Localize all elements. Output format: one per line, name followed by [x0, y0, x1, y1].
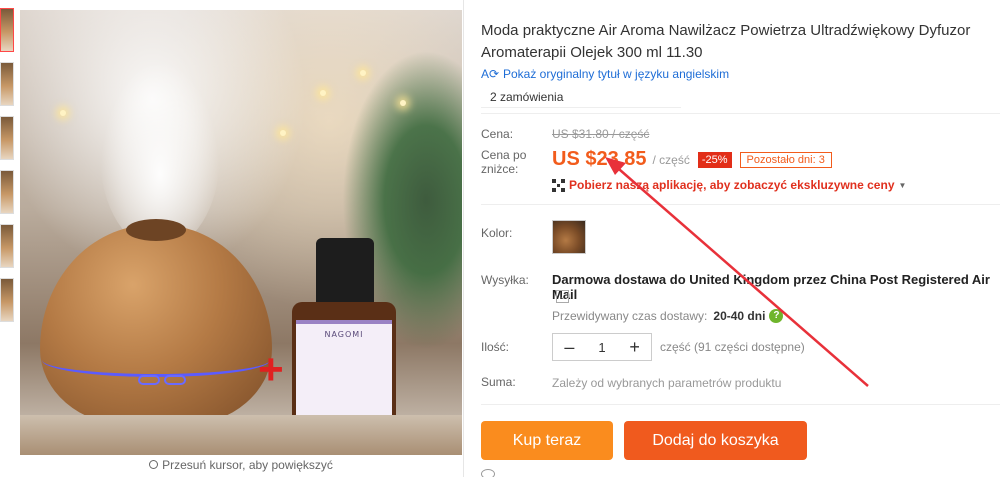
- buy-now-button[interactable]: Kup teraz: [481, 421, 613, 460]
- bottle-brand-label: NAGOMI: [324, 330, 364, 339]
- current-price: US $23.85: [552, 148, 647, 170]
- quantity-stepper[interactable]: – 1 +: [552, 333, 652, 361]
- floor-background: [20, 415, 462, 455]
- light-bokeh: [60, 110, 66, 116]
- decrement-button[interactable]: –: [553, 337, 586, 358]
- add-to-cart-button[interactable]: Dodaj do koszyka: [624, 421, 807, 460]
- eta-label: Przewidywany czas dostawy:: [552, 309, 708, 323]
- zoom-hint: Przesuń kursor, aby powiększyć: [20, 458, 462, 472]
- quantity-label: Ilość:: [481, 340, 510, 354]
- thumbnail[interactable]: [0, 62, 14, 106]
- discount-price-label: Cena po zniżce:: [481, 148, 527, 176]
- qr-code-icon: [552, 178, 565, 192]
- thumbnail[interactable]: [0, 170, 14, 214]
- price-unit: / część: [652, 152, 690, 167]
- price-row: US $23.85 / część -25% Pozostało dni: 3: [552, 148, 832, 171]
- diffuser-image: [40, 219, 272, 425]
- help-icon[interactable]: ?: [769, 309, 784, 323]
- delivery-eta: Przewidywany czas dostawy: 20-40 dni ?: [552, 309, 784, 323]
- product-main-image[interactable]: + NAGOMI: [20, 10, 462, 455]
- shipping-free: Darmowa dostawa do: [552, 272, 686, 287]
- thumbnail-strip[interactable]: [0, 8, 14, 332]
- plus-icon: +: [258, 345, 284, 394]
- light-bokeh: [280, 130, 286, 136]
- eta-value: 20-40 dni: [713, 309, 766, 323]
- magnifier-icon: [149, 460, 159, 469]
- translate-icon: A⟳: [481, 67, 500, 81]
- shipping-info: Darmowa dostawa do United Kingdom przez …: [552, 272, 1000, 302]
- color-label: Kolor:: [481, 226, 513, 240]
- shipping-label: Wysyłka:: [481, 273, 529, 287]
- product-page: + NAGOMI Przesuń kursor, aby powiększyć …: [0, 0, 1000, 477]
- stock-info: część (91 części dostępne): [660, 340, 805, 354]
- days-remaining-badge: Pozostało dni: 3: [739, 151, 832, 168]
- thumbnail[interactable]: [0, 8, 14, 52]
- app-promo-text[interactable]: Pobierz naszą aplikację, aby zobaczyć ek…: [569, 178, 895, 192]
- discount-badge: -25%: [697, 151, 732, 168]
- thumbnail[interactable]: [0, 116, 14, 160]
- thumbnail[interactable]: [0, 278, 14, 322]
- shipping-dropdown-toggle[interactable]: ⌄: [556, 290, 569, 303]
- orders-count: 2 zamówienia: [481, 86, 681, 108]
- sum-label: Suma:: [481, 375, 516, 389]
- light-bokeh: [320, 90, 326, 96]
- original-title-link[interactable]: A⟳ Pokaż oryginalny tytuł w języku angie…: [481, 67, 729, 81]
- product-title: Moda praktyczne Air Aroma Nawilżacz Powi…: [481, 22, 971, 61]
- column-divider: [463, 0, 464, 477]
- sum-text: Zależy od wybranych parametrów produktu: [552, 376, 782, 390]
- original-price: US $31.80 / część: [552, 127, 650, 141]
- caret-down-icon[interactable]: ▼: [899, 181, 907, 190]
- increment-button[interactable]: +: [618, 337, 651, 358]
- color-swatch[interactable]: [552, 220, 586, 254]
- quantity-value[interactable]: 1: [586, 340, 619, 355]
- light-bokeh: [400, 100, 406, 106]
- price-label: Cena:: [481, 127, 514, 141]
- oil-bottle-image: NAGOMI: [292, 238, 396, 430]
- thumbnail[interactable]: [0, 224, 14, 268]
- divider: [481, 404, 1000, 405]
- original-title-text[interactable]: Pokaż oryginalny tytuł w języku angielsk…: [503, 67, 729, 81]
- app-promo-link[interactable]: Pobierz naszą aplikację, aby zobaczyć ek…: [552, 178, 906, 192]
- zoom-hint-text: Przesuń kursor, aby powiększyć: [162, 458, 333, 472]
- light-bokeh: [360, 70, 366, 76]
- divider: [481, 113, 1000, 114]
- divider: [481, 204, 1000, 205]
- heart-icon[interactable]: [481, 469, 495, 477]
